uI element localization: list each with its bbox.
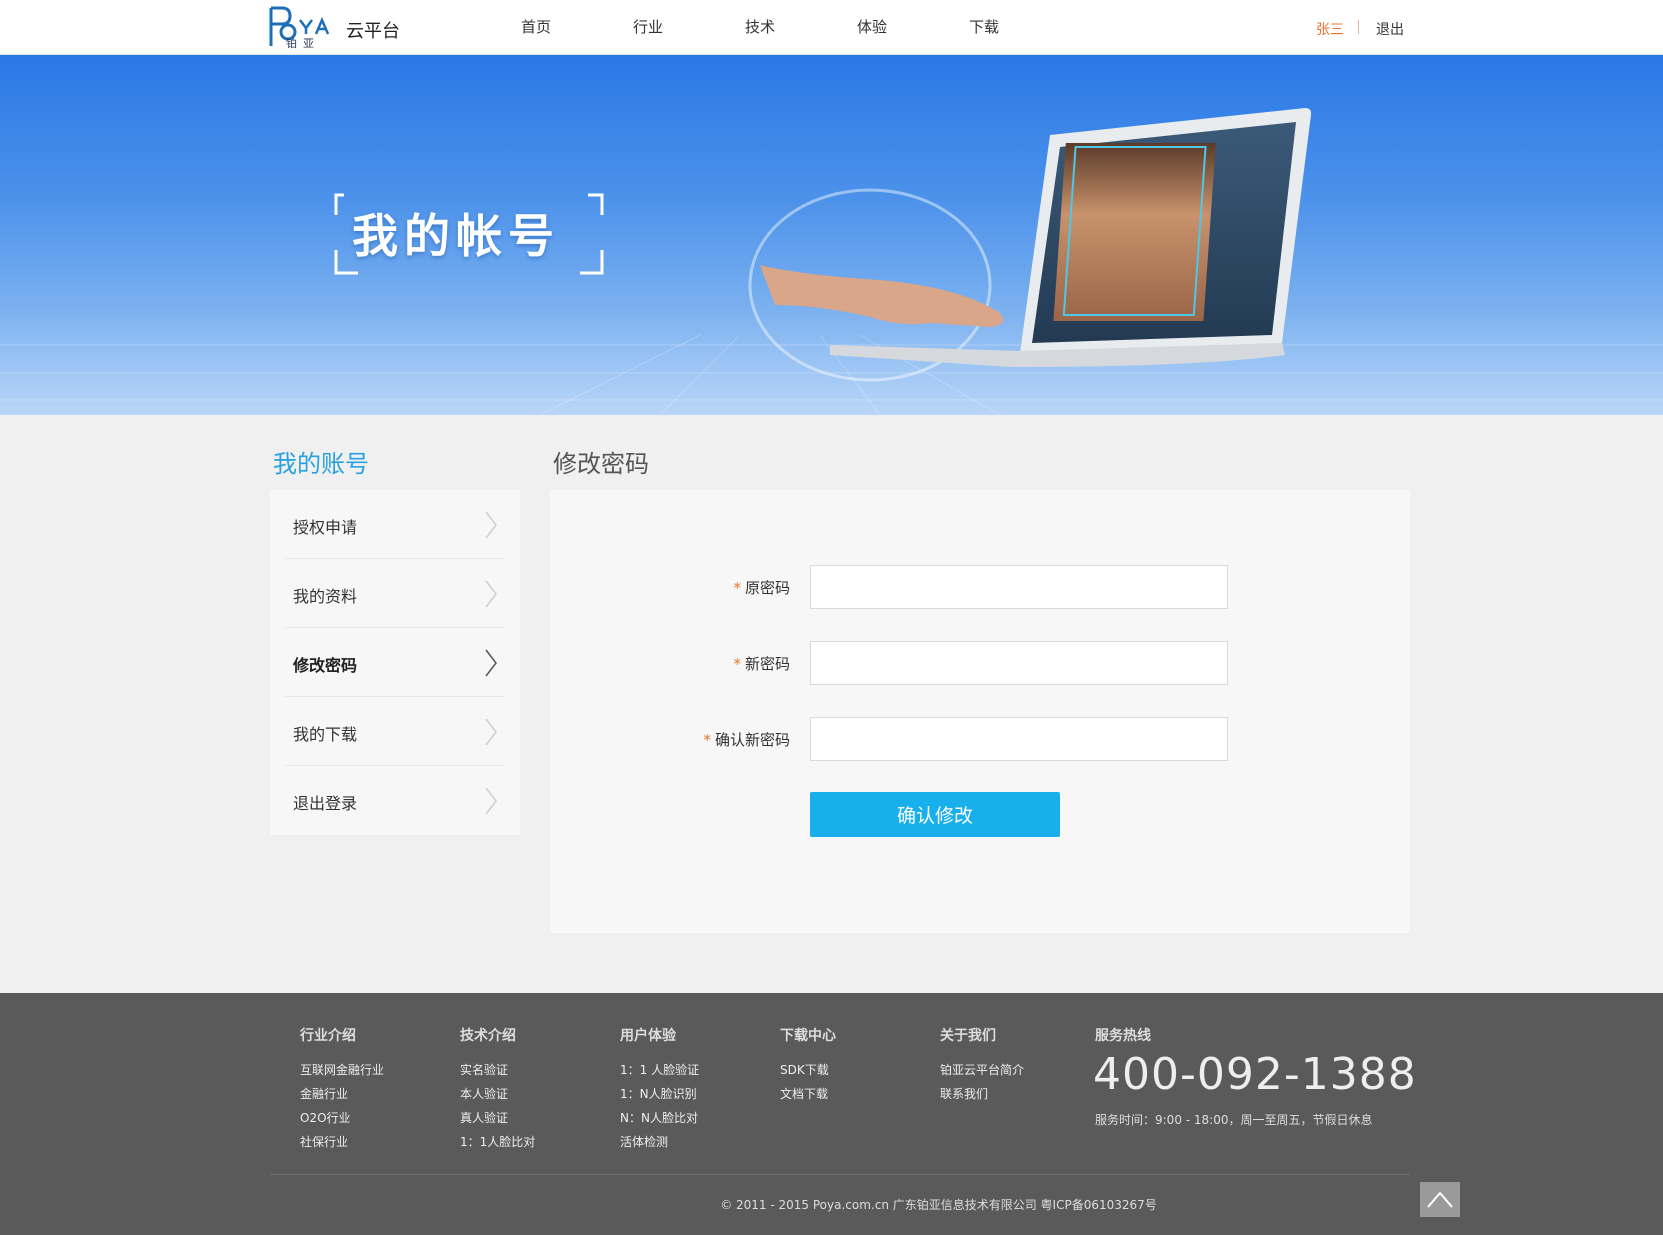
chevron-right-icon xyxy=(485,718,497,746)
footer-link[interactable]: 互联网金融行业 xyxy=(300,1058,384,1082)
sidebar-item-authorization[interactable]: 授权申请 xyxy=(285,490,505,559)
nav-technology[interactable]: 技术 xyxy=(704,0,816,55)
footer-link[interactable]: 文档下载 xyxy=(780,1082,836,1106)
confirm-password-row: * 确认新密码 xyxy=(550,717,1410,761)
logout-link[interactable]: 退出 xyxy=(1376,19,1404,39)
hotline-title: 服务热线 xyxy=(1095,1028,1151,1044)
sidebar-item-label: 我的资料 xyxy=(293,587,358,606)
required-mark: * xyxy=(733,655,741,673)
nav-home[interactable]: 首页 xyxy=(480,0,592,55)
confirm-password-label: * 确认新密码 xyxy=(703,729,790,750)
nav-industry[interactable]: 行业 xyxy=(592,0,704,55)
sidebar-item-downloads[interactable]: 我的下载 xyxy=(285,697,505,766)
hotline-number: 400-092-1388 xyxy=(1093,1049,1417,1100)
sidebar-menu: 授权申请 我的资料 修改密码 我的下载 退出登录 xyxy=(270,490,520,835)
confirm-password-label-text: 确认新密码 xyxy=(714,731,790,749)
footer-link[interactable]: 真人验证 xyxy=(460,1106,535,1130)
new-password-row: * 新密码 xyxy=(550,641,1410,685)
top-header: 铂亚 云平台 首页 行业 技术 体验 下载 张三 退出 xyxy=(0,0,1663,55)
footer-col-title: 技术介绍 xyxy=(460,1028,516,1044)
footer-link[interactable]: 本人验证 xyxy=(460,1082,535,1106)
new-password-label: * 新密码 xyxy=(733,653,790,674)
chevron-right-icon xyxy=(485,787,497,815)
logo-subtitle: 铂亚 xyxy=(286,37,320,50)
service-hours: 服务时间：9:00 - 18:00，周一至周五，节假日休息 xyxy=(1095,1113,1373,1127)
copyright-text: © 2011 - 2015 Poya.com.cn 广东铂亚信息技术有限公司 粤… xyxy=(720,1198,1157,1212)
footer-col-industry: 行业介绍 互联网金融行业 金融行业 O2O行业 社保行业 xyxy=(300,1025,384,1154)
nav-experience[interactable]: 体验 xyxy=(816,0,928,55)
sidebar-title: 我的账号 xyxy=(273,450,369,478)
required-mark: * xyxy=(733,579,741,597)
footer-link[interactable]: 1：1人脸比对 xyxy=(460,1130,535,1154)
footer-link[interactable]: SDK下载 xyxy=(780,1058,836,1082)
footer-col-title: 关于我们 xyxy=(940,1028,996,1044)
footer-divider xyxy=(270,1174,1410,1175)
sidebar-item-label: 授权申请 xyxy=(293,518,358,537)
old-password-row: * 原密码 xyxy=(550,565,1410,609)
footer-link[interactable]: N：N人脸比对 xyxy=(620,1106,699,1130)
user-separator xyxy=(1358,20,1359,34)
footer-link[interactable]: O2O行业 xyxy=(300,1106,384,1130)
footer-col-about: 关于我们 铂亚云平台简介 联系我们 xyxy=(940,1025,1024,1106)
footer-link[interactable]: 铂亚云平台简介 xyxy=(940,1058,1024,1082)
sidebar-item-label: 退出登录 xyxy=(293,794,358,813)
old-password-label: * 原密码 xyxy=(733,577,790,598)
footer-col-title: 下载中心 xyxy=(780,1028,836,1044)
chevron-up-icon xyxy=(1427,1191,1453,1208)
chevron-right-icon xyxy=(485,649,497,677)
footer-link[interactable]: 活体检测 xyxy=(620,1130,699,1154)
chevron-right-icon xyxy=(485,511,497,539)
sidebar-item-label: 修改密码 xyxy=(293,656,358,675)
confirm-change-button[interactable]: 确认修改 xyxy=(810,792,1060,837)
footer-link[interactable]: 金融行业 xyxy=(300,1082,384,1106)
hero-banner: 我的帐号 xyxy=(0,55,1663,415)
footer-link[interactable]: 联系我们 xyxy=(940,1082,1024,1106)
new-password-label-text: 新密码 xyxy=(744,655,790,673)
main-nav: 首页 行业 技术 体验 下载 xyxy=(480,0,1040,55)
back-to-top-button[interactable] xyxy=(1420,1182,1460,1217)
sidebar-item-logout[interactable]: 退出登录 xyxy=(285,766,505,835)
nav-download[interactable]: 下载 xyxy=(928,0,1040,55)
footer-link[interactable]: 社保行业 xyxy=(300,1130,384,1154)
page-footer: 行业介绍 互联网金融行业 金融行业 O2O行业 社保行业 技术介绍 实名验证 本… xyxy=(0,993,1663,1235)
confirm-password-input[interactable] xyxy=(810,717,1228,761)
sidebar-item-change-password[interactable]: 修改密码 xyxy=(285,628,505,697)
footer-link[interactable]: 实名验证 xyxy=(460,1058,535,1082)
footer-col-title: 行业介绍 xyxy=(300,1028,356,1044)
chevron-right-icon xyxy=(485,580,497,608)
platform-name: 云平台 xyxy=(346,21,400,42)
banner-illustration xyxy=(0,108,1663,415)
page-title: 修改密码 xyxy=(553,450,649,478)
footer-col-title: 用户体验 xyxy=(620,1028,676,1044)
footer-link[interactable]: 1：1 人脸验证 xyxy=(620,1058,699,1082)
new-password-input[interactable] xyxy=(810,641,1228,685)
old-password-label-text: 原密码 xyxy=(744,579,790,597)
banner-title: 我的帐号 xyxy=(352,209,560,263)
sidebar-item-label: 我的下载 xyxy=(293,725,358,744)
change-password-form: * 原密码 * 新密码 * 确认新密码 确认修改 xyxy=(550,490,1410,933)
user-name-link[interactable]: 张三 xyxy=(1316,19,1344,39)
old-password-input[interactable] xyxy=(810,565,1228,609)
sidebar-item-profile[interactable]: 我的资料 xyxy=(285,559,505,628)
footer-col-experience: 用户体验 1：1 人脸验证 1：N人脸识别 N：N人脸比对 活体检测 xyxy=(620,1025,699,1154)
footer-col-download: 下载中心 SDK下载 文档下载 xyxy=(780,1025,836,1106)
required-mark: * xyxy=(703,731,711,749)
footer-col-technology: 技术介绍 实名验证 本人验证 真人验证 1：1人脸比对 xyxy=(460,1025,535,1154)
footer-link[interactable]: 1：N人脸识别 xyxy=(620,1082,699,1106)
